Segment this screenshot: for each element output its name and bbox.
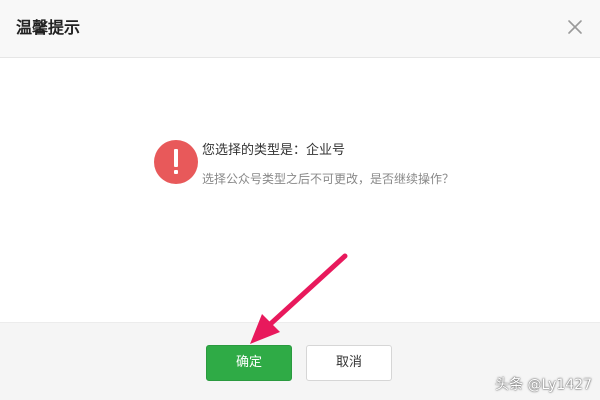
- confirm-button[interactable]: 确定: [206, 345, 292, 381]
- exclamation-circle-icon: [154, 140, 198, 184]
- dialog-body: 您选择的类型是：企业号 选择公众号类型之后不可更改，是否继续操作？: [0, 58, 600, 322]
- cancel-button[interactable]: 取消: [306, 345, 392, 381]
- message-main: 您选择的类型是：企业号: [202, 143, 346, 158]
- dialog: 温馨提示 您选择的类型是：企业号 选择公众号类型之后不可更改，是否继续操作？ 确…: [0, 0, 600, 400]
- dialog-header: 温馨提示: [0, 0, 600, 58]
- watermark: 头条 @Ly1427: [495, 377, 592, 393]
- close-x-icon: [568, 20, 582, 34]
- close-button[interactable]: [562, 14, 588, 40]
- dialog-title: 温馨提示: [16, 18, 81, 37]
- message-sub: 选择公众号类型之后不可更改，是否继续操作？: [202, 172, 455, 186]
